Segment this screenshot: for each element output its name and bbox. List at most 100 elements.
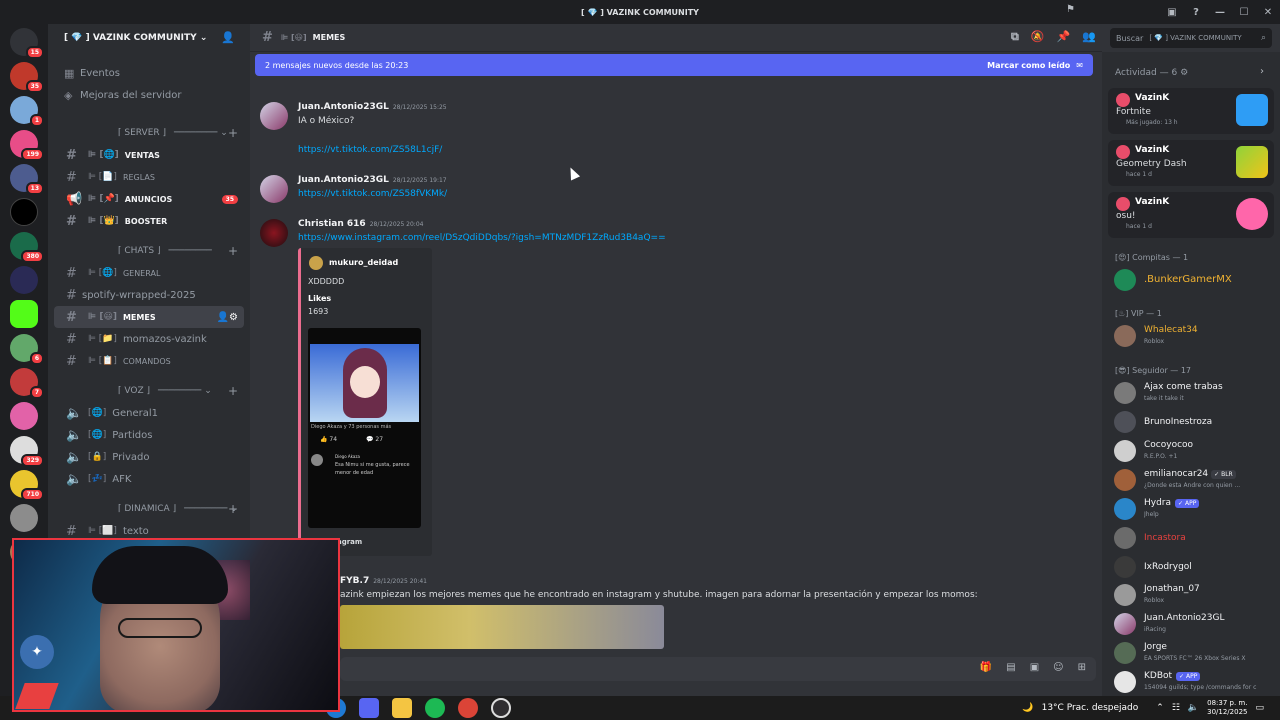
notification-bell-icon[interactable]: 🔕 (1031, 30, 1045, 44)
member-item[interactable]: .BunkerGamerMX (1114, 265, 1274, 295)
weather-text[interactable]: 13°C Prac. despejado (1042, 703, 1139, 713)
channel-momazos[interactable]: # ⊫ [📁] momazos-vazink (54, 328, 244, 350)
server-icon[interactable]: 13 (10, 164, 44, 195)
inbox-button-icon[interactable]: ▣ (1160, 0, 1184, 24)
member-item[interactable]: Incastora (1114, 523, 1274, 553)
member-list-icon[interactable]: 👥 (1082, 30, 1096, 44)
member-item[interactable]: Jorge EA SPORTS FC™ 26 Xbox Series X (1114, 638, 1274, 668)
member-item[interactable]: KDBot ✓ APP 154094 guilds; type /commands … (1114, 667, 1274, 696)
add-channel-icon[interactable]: + (228, 126, 238, 140)
gift-icon[interactable]: 🎁 (980, 662, 992, 673)
kick-server-icon[interactable] (10, 300, 38, 328)
channel-memes[interactable]: # ⊫ [😃] MEMES 👤⚙ (54, 306, 244, 328)
search-input[interactable]: Buscar [ 💎 ] VAZINK COMMUNITY ⌕ (1110, 28, 1272, 48)
notifications-icon[interactable]: ▭ (1255, 703, 1264, 713)
apps-icon[interactable]: ⊞ (1078, 662, 1086, 673)
close-icon[interactable]: ✕ (1256, 0, 1280, 24)
server-icon[interactable]: 7 (10, 368, 44, 399)
message-link[interactable]: https://vt.tiktok.com/ZS58fVKMk/ (298, 189, 447, 199)
invite-settings-icon[interactable]: 👤⚙ (217, 312, 238, 323)
message-link[interactable]: https://vt.tiktok.com/ZS58L1cjF/ (298, 145, 442, 155)
voice-privado[interactable]: 🔈 [🔒] Privado (54, 446, 244, 468)
member-item[interactable]: Juan.Antonio23GL iRacing (1114, 609, 1274, 639)
pin-icon[interactable]: 📌 (1057, 30, 1071, 44)
obs-icon[interactable] (491, 698, 511, 718)
embed-author[interactable]: mukuro_deidad (329, 258, 398, 267)
voice-general1[interactable]: 🔈 [🌐] General1 (54, 402, 244, 424)
author-name[interactable]: Juan.Antonio23GL (298, 175, 389, 185)
server-icon[interactable]: 1 (10, 96, 44, 127)
activity-card[interactable]: VazinK Fortnite Más jugado: 13 h (1108, 88, 1274, 134)
add-member-icon[interactable]: 👤 (221, 31, 235, 44)
server-name[interactable]: [ 💎 ] VAZINK COMMUNITY ⌄ (64, 33, 207, 43)
server-icon[interactable] (10, 504, 38, 532)
category-chats[interactable]: ⌈ CHATS ⌋ ──────── + (48, 240, 250, 262)
chevron-right-icon[interactable]: › (1260, 66, 1264, 77)
voice-afk[interactable]: 🔈 [💤] AFK (54, 468, 244, 490)
member-item[interactable]: IxRodrygol (1114, 552, 1274, 582)
new-messages-bar[interactable]: 2 mensajes nuevos desde las 20:23 Marcar… (255, 54, 1093, 76)
volume-icon[interactable]: 🔈 (1188, 703, 1199, 713)
server-icon[interactable]: 6 (10, 334, 44, 365)
channel-reglas[interactable]: # ⊫ [📄] REGLAS (54, 166, 244, 188)
member-item[interactable]: Cocoyocoo R.E.P.O. +1 (1114, 436, 1274, 466)
activity-card[interactable]: VazinK Geometry Dash hace 1 d (1108, 140, 1274, 186)
maximize-icon[interactable]: ☐ (1232, 0, 1256, 24)
voice-partidos[interactable]: 🔈 [🌐] Partidos (54, 424, 244, 446)
server-icon[interactable] (10, 402, 38, 430)
clock[interactable]: 08:37 p. m. 30/12/2025 (1207, 699, 1247, 717)
events-link[interactable]: ▦ Eventos (54, 62, 244, 84)
embed-image[interactable]: Diego Akaza y 73 personas más 👍 74 💬 27 … (308, 328, 421, 528)
help-icon[interactable]: ? (1184, 0, 1208, 24)
tray-chevron-icon[interactable]: ⌃ (1156, 703, 1164, 713)
server-icon[interactable]: 329 (10, 436, 44, 467)
direct-messages-icon[interactable]: 15 (10, 28, 44, 59)
add-channel-icon[interactable]: + (228, 502, 238, 516)
channel-booster[interactable]: # ⊫ [👑] BOOSTER (54, 210, 244, 232)
minimize-icon[interactable]: — (1208, 0, 1232, 24)
server-icon[interactable]: 35 (10, 62, 44, 93)
spotify-icon[interactable] (425, 698, 445, 718)
add-channel-icon[interactable]: + (228, 244, 238, 258)
member-item[interactable]: Whalecat34 Roblox (1114, 321, 1274, 351)
member-item[interactable]: BrunoInestroza (1114, 407, 1274, 437)
avatar[interactable] (260, 219, 288, 247)
activity-card[interactable]: VazinK osu! hace 1 d (1108, 192, 1274, 238)
server-icon[interactable]: 380 (10, 232, 44, 263)
inbox-icon[interactable]: ⚑ (1066, 4, 1075, 15)
chrome-icon[interactable] (458, 698, 478, 718)
message-composer[interactable]: 🎁 ▤ ▣ ☺ ⊞ (340, 657, 1096, 681)
emoji-icon[interactable]: ☺ (1053, 662, 1063, 673)
author-name[interactable]: FYB.7 (340, 576, 369, 586)
gif-icon[interactable]: ▤ (1006, 662, 1015, 673)
mark-as-read-button[interactable]: Marcar como leído (987, 61, 1070, 70)
server-icon[interactable] (10, 266, 38, 294)
category-server[interactable]: ⌈ SERVER ⌋ ──────── ⌄ + (48, 122, 250, 144)
member-item[interactable]: emilianocar24 ✓ BLR ¿Donde esta Andre con … (1114, 465, 1274, 495)
member-item[interactable]: Jonathan_07 Roblox (1114, 580, 1274, 610)
channel-general[interactable]: # ⊫ [🌐] GENERAL (54, 262, 244, 284)
category-dinamica[interactable]: ⌈ DINAMICA ⌋ ──────── ⌄ + (48, 498, 250, 520)
server-icon[interactable]: 710 (10, 470, 44, 501)
avatar[interactable] (260, 175, 288, 203)
message-link[interactable]: https://www.instagram.com/reel/DSzQdiDDq… (298, 233, 666, 243)
author-name[interactable]: Christian 616 (298, 219, 366, 229)
author-name[interactable]: Juan.Antonio23GL (298, 102, 389, 112)
file-explorer-icon[interactable] (392, 698, 412, 718)
server-icon[interactable]: 199 (10, 130, 44, 161)
attached-image[interactable] (340, 605, 664, 649)
boosts-link[interactable]: ◈ Mejoras del servidor (54, 84, 244, 106)
avatar[interactable] (260, 102, 288, 130)
threads-icon[interactable]: ⧉ (1011, 30, 1019, 44)
sticker-icon[interactable]: ▣ (1030, 662, 1039, 673)
add-channel-icon[interactable]: + (228, 384, 238, 398)
instagram-embed[interactable]: mukuro_deidad XDDDDD Likes 1693 Diego Ak… (298, 248, 432, 556)
discord-taskbar-icon[interactable] (359, 698, 379, 718)
channel-comandos[interactable]: # ⊫ [📋] COMANDOS (54, 350, 244, 372)
tiktok-server-icon[interactable] (10, 198, 38, 226)
network-icon[interactable]: ☷ (1172, 703, 1180, 713)
channel-ventas[interactable]: # ⊫ [🌐] VENTAS (54, 144, 244, 166)
channel-anuncios[interactable]: 📢 ⊫ [📌] ANUNCIOS 35 (54, 188, 244, 210)
server-header[interactable]: [ 💎 ] VAZINK COMMUNITY ⌄ 👤 (48, 24, 250, 52)
channel-spotify[interactable]: # spotify-wrrapped-2025 (54, 284, 244, 306)
